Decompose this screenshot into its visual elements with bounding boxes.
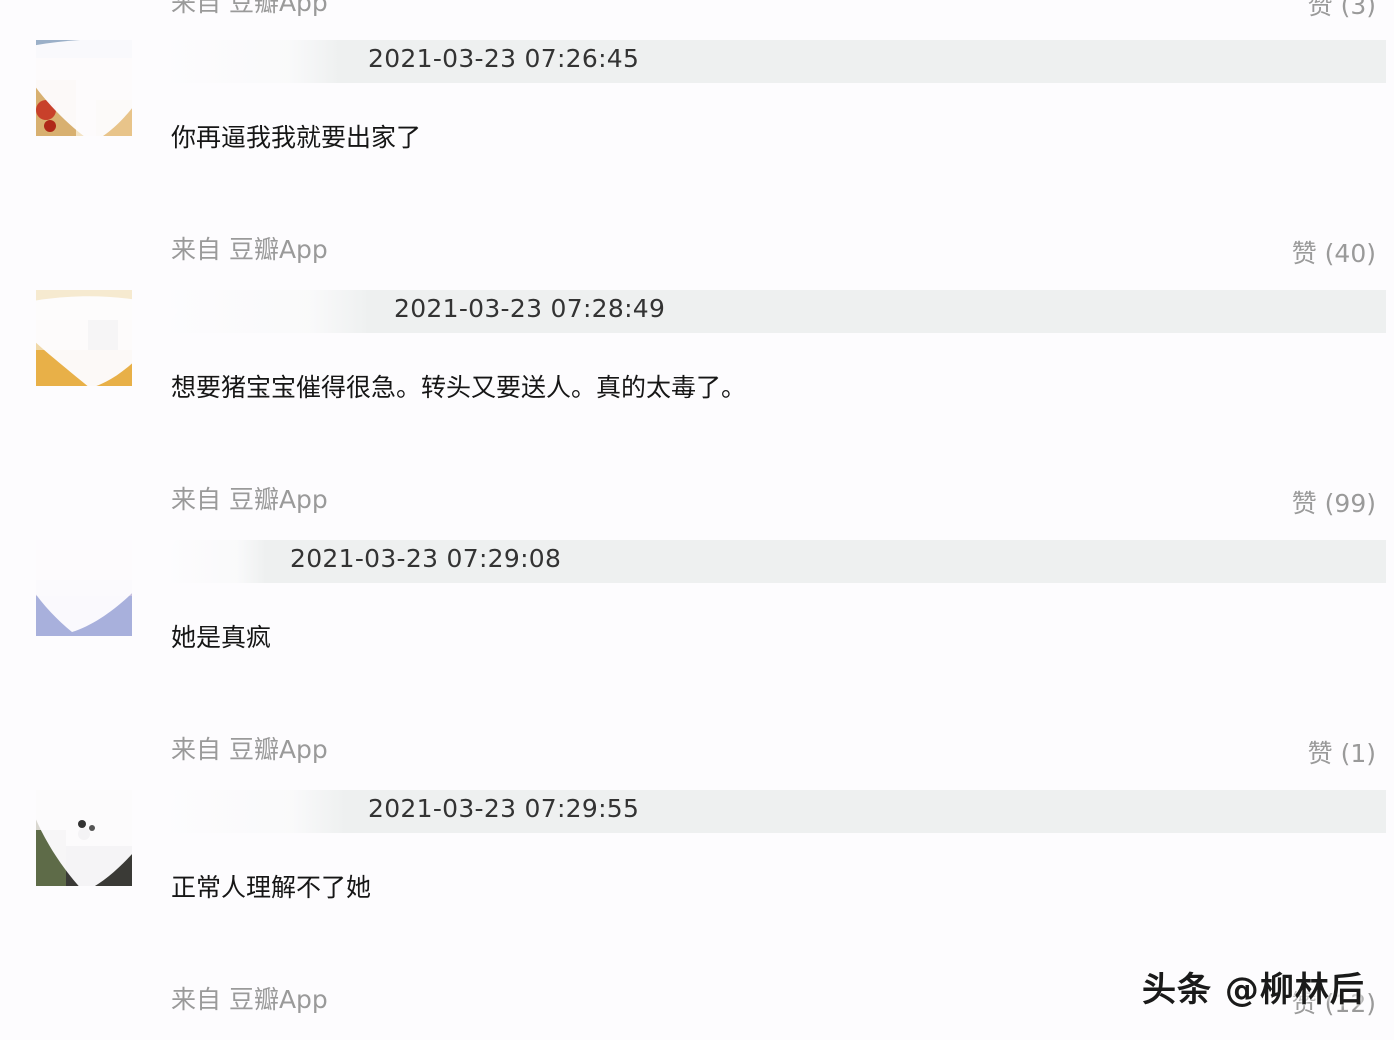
like-count[interactable]: 赞 (99) bbox=[1292, 484, 1376, 520]
comment-item: 2021-03-23 07:26:45 你再逼我我就要出家了 来自 豆瓣App … bbox=[0, 39, 1394, 290]
comment-text: 正常人理解不了她 bbox=[171, 873, 372, 902]
comment-timestamp: 2021-03-23 07:29:55 bbox=[368, 794, 640, 823]
username-redacted bbox=[170, 540, 266, 583]
comment-header: 2021-03-23 07:29:55 bbox=[170, 790, 1386, 833]
comment-text: 想要猪宝宝催得很急。转头又要送人。真的太毒了。 bbox=[171, 373, 747, 402]
source-label: 来自 豆瓣App bbox=[171, 0, 328, 17]
comment-header: 2021-03-23 07:28:49 bbox=[170, 290, 1386, 333]
comment-header: 2021-03-23 07:29:08 bbox=[170, 540, 1386, 583]
user-avatar[interactable] bbox=[36, 790, 132, 886]
username-redacted bbox=[170, 290, 370, 333]
comment-item: 2021-03-23 07:28:49 想要猪宝宝催得很急。转头又要送人。真的太… bbox=[0, 290, 1394, 540]
comment-timestamp: 2021-03-23 07:29:08 bbox=[290, 544, 562, 573]
user-avatar[interactable] bbox=[36, 40, 132, 136]
user-avatar[interactable] bbox=[36, 290, 132, 386]
like-count[interactable]: 赞 (1) bbox=[1308, 734, 1376, 770]
comment-item: 2021-03-23 07:29:08 她是真疯 来自 豆瓣App 赞 (1) bbox=[0, 530, 1394, 790]
source-label: 来自 豆瓣App bbox=[171, 485, 328, 514]
previous-comment-fragment: 来自 豆瓣App 赞 (3) bbox=[0, 0, 1394, 20]
comment-text: 她是真疯 bbox=[171, 623, 272, 652]
comment-timestamp: 2021-03-23 07:26:45 bbox=[368, 44, 640, 73]
source-label: 来自 豆瓣App bbox=[171, 235, 328, 264]
username-redacted bbox=[170, 790, 346, 833]
source-label: 来自 豆瓣App bbox=[171, 985, 328, 1014]
watermark-text: 头条 @柳林后 bbox=[1142, 970, 1365, 1010]
like-count[interactable]: 赞 (40) bbox=[1292, 234, 1376, 270]
comment-header: 2021-03-23 07:26:45 bbox=[170, 40, 1386, 83]
user-avatar[interactable] bbox=[36, 540, 132, 636]
like-count[interactable]: 赞 (3) bbox=[1308, 0, 1376, 20]
source-label: 来自 豆瓣App bbox=[171, 735, 328, 764]
comment-timestamp: 2021-03-23 07:28:49 bbox=[394, 294, 666, 323]
comment-text: 你再逼我我就要出家了 bbox=[171, 123, 422, 152]
username-redacted bbox=[170, 40, 340, 83]
